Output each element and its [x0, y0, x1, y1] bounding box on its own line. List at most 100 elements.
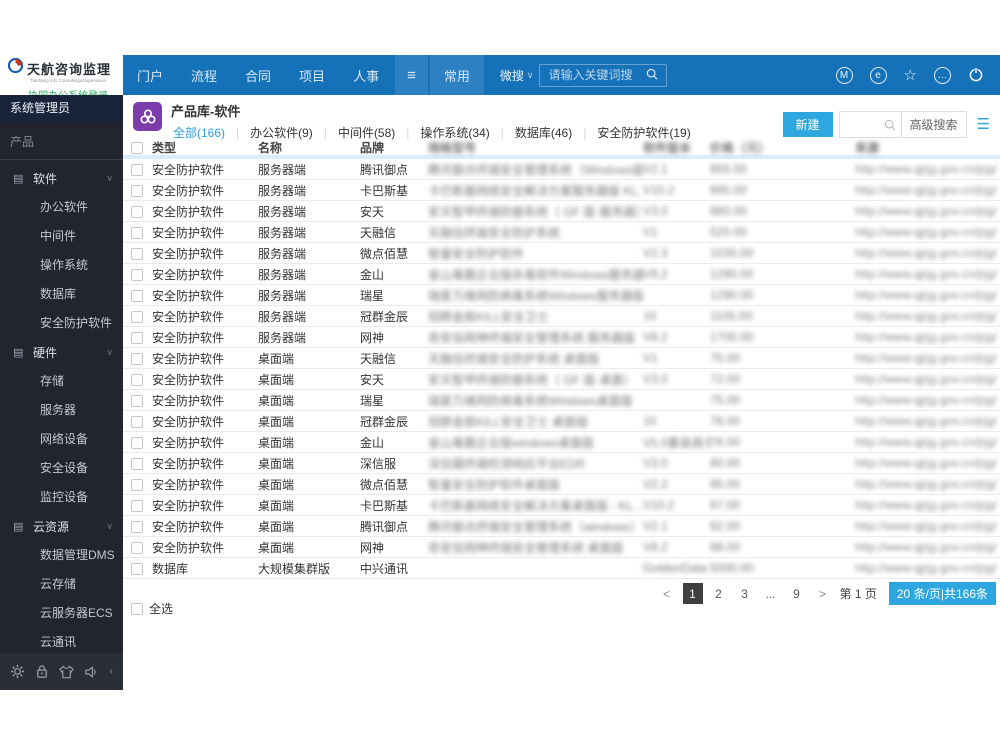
table-search-input[interactable] — [839, 112, 884, 137]
table-row[interactable]: 安全防护软件 桌面端 冠群金辰 冠群金辰KILL安全卫士 桌面版 10 78.00 http… — [123, 411, 1000, 432]
table-row[interactable]: 安全防护软件 服务器端 瑞星 瑞星万维网防病毒系统Windows服务器版 1290.00… — [123, 285, 1000, 306]
row-checkbox[interactable] — [131, 184, 143, 197]
row-checkbox[interactable] — [131, 373, 143, 386]
theme-shirt-icon[interactable] — [59, 664, 75, 679]
table-row[interactable]: 安全防护软件 服务器端 卡巴斯基 卡巴斯基网络安全解决方案服务器版 KL… V10.2 8… — [123, 180, 1000, 201]
nav-item-1[interactable]: 流程 — [177, 55, 231, 95]
sidebar-item-2-2[interactable]: 云服务器ECS — [0, 599, 123, 628]
sidebar-item-1-0[interactable]: 存储 — [0, 367, 123, 396]
header-checkbox[interactable] — [131, 142, 143, 155]
sidebar-item-0-3[interactable]: 数据库 — [0, 280, 123, 309]
row-checkbox[interactable] — [131, 163, 143, 176]
row-checkbox[interactable] — [131, 352, 143, 365]
table-row[interactable]: 安全防护软件 桌面端 金山 金山毒霸企业版windows桌面版 V5.0重装高手 76.0… — [123, 432, 1000, 453]
tab-1[interactable]: 办公软件(9) — [248, 124, 315, 141]
sidebar-item-0-1[interactable]: 中间件 — [0, 222, 123, 251]
search-icon[interactable] — [646, 68, 659, 83]
sound-speaker-icon[interactable] — [84, 665, 99, 679]
table-row[interactable]: 安全防护软件 桌面端 瑞星 瑞星万维网防病毒系统Windows桌面版 75.00 http… — [123, 390, 1000, 411]
row-checkbox[interactable] — [131, 499, 143, 512]
sidebar-item-0-2[interactable]: 操作系统 — [0, 251, 123, 280]
cell-4: V3.0 — [643, 204, 668, 218]
sidebar-item-1-3[interactable]: 安全设备 — [0, 454, 123, 483]
table-row[interactable]: 安全防护软件 桌面端 卡巴斯基 卡巴斯基网络安全解决方案桌面版 - KL… V10.2 8… — [123, 495, 1000, 516]
table-row[interactable]: 安全防护软件 桌面端 腾讯御点 腾讯御点终端安全管理系统（windows）V2.1 V2… — [123, 516, 1000, 537]
page-button-2[interactable]: 2 — [709, 583, 729, 604]
sidebar-group-2[interactable]: ▤ 云资源 ∨ — [0, 512, 123, 541]
sidebar-item-2-1[interactable]: 云存储 — [0, 570, 123, 599]
table-row[interactable]: 安全防护软件 服务器端 网神 奇安信网神终端安全管理系统 服务器版 V8.2 1700.0… — [123, 327, 1000, 348]
table-row[interactable]: 安全防护软件 服务器端 腾讯御点 腾讯御点终端安全管理系统（Windows版） V2.1… — [123, 159, 1000, 180]
row-checkbox[interactable] — [131, 478, 143, 491]
row-checkbox[interactable] — [131, 268, 143, 281]
cell-0: 安全防护软件 — [152, 162, 225, 177]
tab-0[interactable]: 全部(166) — [171, 124, 227, 141]
settings-gear-icon[interactable] — [10, 664, 25, 679]
page-jump-label[interactable]: 第 1 页 — [840, 585, 877, 602]
sidebar-item-2-0[interactable]: 数据管理DMS — [0, 541, 123, 570]
sidebar-item-1-1[interactable]: 服务器 — [0, 396, 123, 425]
row-checkbox[interactable] — [131, 562, 143, 575]
row-checkbox[interactable] — [131, 436, 143, 449]
table-row[interactable]: 安全防护软件 桌面端 网神 奇安信网神终端安全管理系统 桌面版 V8.2 88.00 htt… — [123, 537, 1000, 558]
global-search-input[interactable] — [548, 68, 641, 82]
prev-page-button[interactable]: < — [657, 583, 677, 604]
favorite-star-icon[interactable]: ☆ — [904, 66, 917, 84]
row-checkbox[interactable] — [131, 541, 143, 554]
row-checkbox[interactable] — [131, 415, 143, 428]
select-all-checkbox[interactable] — [131, 602, 143, 615]
table-row[interactable]: 安全防护软件 服务器端 天融信 天融信终端安全防护系统 V1 520.00 http://w… — [123, 222, 1000, 243]
sidebar-item-0-0[interactable]: 办公软件 — [0, 193, 123, 222]
nav-item-pinned[interactable]: 常用 — [429, 55, 484, 95]
nav-item-3[interactable]: 项目 — [285, 55, 339, 95]
row-checkbox[interactable] — [131, 247, 143, 260]
lock-icon[interactable] — [35, 664, 49, 679]
table-row[interactable]: 安全防护软件 服务器端 冠群金辰 冠群金辰KILL安全卫士 10 1105.00 http:… — [123, 306, 1000, 327]
row-checkbox[interactable] — [131, 310, 143, 323]
sidebar-item-1-2[interactable]: 网络设备 — [0, 425, 123, 454]
advanced-search-button[interactable]: 高级搜索 — [900, 112, 966, 137]
row-checkbox[interactable] — [131, 457, 143, 470]
row-checkbox[interactable] — [131, 289, 143, 302]
row-checkbox[interactable] — [131, 226, 143, 239]
table-row[interactable]: 安全防护软件 服务器端 金山 金山毒霸企业版杀毒软件Windows服务器版 V8.2 12… — [123, 264, 1000, 285]
cell-2: 金山 — [360, 267, 385, 282]
page-size-badge[interactable]: 20 条/页|共166条 — [888, 582, 996, 605]
page-button-3[interactable]: 3 — [735, 583, 755, 604]
cell-4: V2.2 — [643, 477, 668, 491]
more-dots-icon[interactable]: … — [934, 66, 951, 84]
row-checkbox[interactable] — [131, 520, 143, 533]
new-button[interactable]: 新建 — [782, 112, 833, 137]
nav-item-0[interactable]: 门户 — [123, 55, 177, 95]
next-page-button[interactable]: > — [813, 583, 833, 604]
sidebar-item-1-4[interactable]: 监控设备 — [0, 483, 123, 512]
power-icon[interactable] — [968, 66, 984, 85]
cell-3: 腾讯御点终端安全管理系统（windows）V2.1 — [428, 519, 643, 534]
collapse-icon[interactable]: ‹ — [110, 666, 113, 677]
search-scope-dropdown[interactable]: 微搜 ∨ — [500, 67, 534, 84]
sidebar-item-0-4[interactable]: 安全防护软件 — [0, 309, 123, 338]
nav-item-2[interactable]: 合同 — [231, 55, 285, 95]
table-row[interactable]: 安全防护软件 服务器端 安天 安天智甲终端防御系统（ GF 版·服务器） V3.0 880… — [123, 201, 1000, 222]
sidebar-group-1[interactable]: ▤ 硬件 ∨ — [0, 338, 123, 367]
hamburger-icon[interactable]: ≡ — [395, 55, 428, 95]
table-row[interactable]: 安全防护软件 桌面端 微点佰慧 智量安全防护软件桌面版 V2.2 85.00 http://… — [123, 474, 1000, 495]
search-icon[interactable] — [884, 112, 901, 137]
page-button-9[interactable]: 9 — [787, 583, 807, 604]
tab-2[interactable]: 中间件(58) — [336, 124, 397, 141]
row-checkbox[interactable] — [131, 205, 143, 218]
table-row[interactable]: 安全防护软件 桌面端 天融信 天融信终端安全防护系统 桌面版 V1 75.00 http:/… — [123, 348, 1000, 369]
m-badge-icon[interactable]: M — [835, 66, 853, 84]
list-view-icon[interactable]: ☰ — [977, 117, 990, 132]
current-page-button[interactable]: 1 — [682, 583, 703, 604]
page-button-...[interactable]: ... — [761, 583, 781, 604]
sidebar-group-0[interactable]: ▤ 软件 ∨ — [0, 164, 123, 193]
e-badge-icon[interactable]: e — [869, 66, 887, 84]
table-row[interactable]: 安全防护软件 桌面端 深信服 深信服终端检测响应平台EDR V3.0 80.00 http:… — [123, 453, 1000, 474]
table-row[interactable]: 数据库 大规模集群版 中兴通讯 GoldenData s…5000.00 http://… — [123, 558, 1000, 579]
nav-item-4[interactable]: 人事 — [339, 55, 393, 95]
table-row[interactable]: 安全防护软件 桌面端 安天 安天智甲终端防御系统（ GF 版·桌面） V3.0 72.00… — [123, 369, 1000, 390]
row-checkbox[interactable] — [131, 394, 143, 407]
table-row[interactable]: 安全防护软件 服务器端 微点佰慧 智量安全防护软件 V2.3 1035.00 http://… — [123, 243, 1000, 264]
row-checkbox[interactable] — [131, 331, 143, 344]
